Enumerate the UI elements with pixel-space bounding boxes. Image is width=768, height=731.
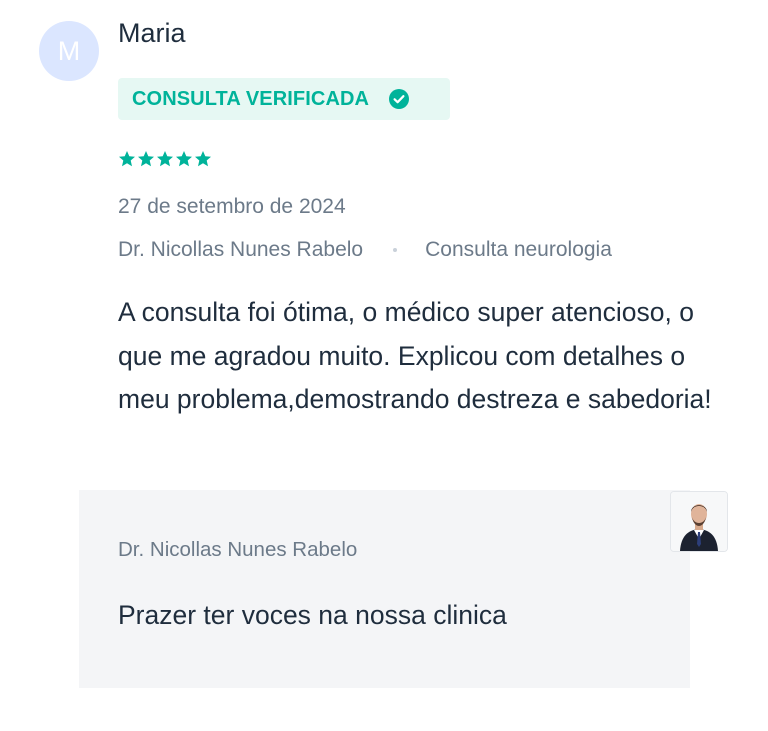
review-card: M Maria CONSULTA VERIFICADA 27 de setemb…	[0, 0, 768, 731]
avatar-initial: M	[57, 36, 81, 66]
separator-dot	[393, 248, 398, 252]
author-name: Maria	[118, 18, 186, 48]
review-meta: Dr. Nicollas Nunes Rabelo Consulta neuro…	[118, 238, 612, 262]
star-icon	[137, 150, 155, 168]
reply-text: Prazer ter voces na nossa clinica	[118, 600, 507, 630]
check-circle-icon	[389, 89, 410, 109]
consultation-type: Consulta neurologia	[425, 238, 612, 261]
reply-author: Dr. Nicollas Nunes Rabelo	[118, 538, 358, 561]
verified-badge: CONSULTA VERIFICADA	[118, 78, 450, 120]
review-date: 27 de setembro de 2024	[118, 195, 346, 218]
star-icon	[156, 150, 174, 168]
doctor-photo	[670, 491, 728, 552]
star-icon	[118, 150, 136, 168]
review-text: A consulta foi ótima, o médico super ate…	[118, 297, 712, 414]
star-rating	[118, 150, 212, 168]
verified-label: CONSULTA VERIFICADA	[132, 87, 370, 110]
star-icon	[194, 150, 212, 168]
doctor-reply: Dr. Nicollas Nunes Rabelo Prazer ter voc…	[79, 490, 690, 688]
avatar: M	[39, 21, 99, 81]
star-icon	[175, 150, 193, 168]
doctor-name-link[interactable]: Dr. Nicollas Nunes Rabelo	[118, 238, 363, 262]
